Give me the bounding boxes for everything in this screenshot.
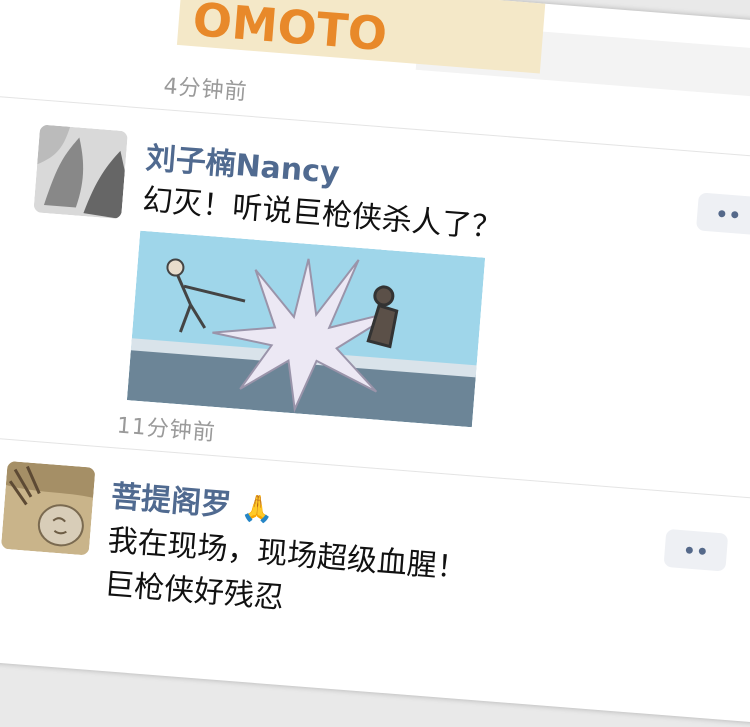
post-media-image[interactable] — [126, 230, 486, 428]
more-dots-icon — [718, 209, 726, 217]
more-button[interactable] — [695, 192, 750, 236]
post-time: 4分钟前 — [162, 74, 249, 106]
avatar[interactable] — [33, 124, 128, 220]
more-dots-icon — [698, 546, 707, 555]
more-button[interactable] — [663, 528, 729, 572]
post-image-top[interactable]: OMOTO — [176, 0, 546, 74]
avatar[interactable] — [0, 460, 96, 556]
folded-hands-icon: 🙏 — [240, 493, 275, 526]
more-dots-icon — [685, 545, 694, 554]
author-name-text: 菩提阁罗 — [109, 479, 233, 524]
moments-feed: OMOTO 4分钟前 刘子楠Nancy 幻灭！听说巨枪侠杀人了？ 11分钟前 菩… — [0, 0, 750, 727]
author-name[interactable]: 菩提阁罗 🙏 — [110, 471, 276, 528]
more-dots-icon — [731, 210, 739, 218]
post-time: 11分钟前 — [115, 413, 217, 447]
image-text: OMOTO — [190, 0, 389, 62]
